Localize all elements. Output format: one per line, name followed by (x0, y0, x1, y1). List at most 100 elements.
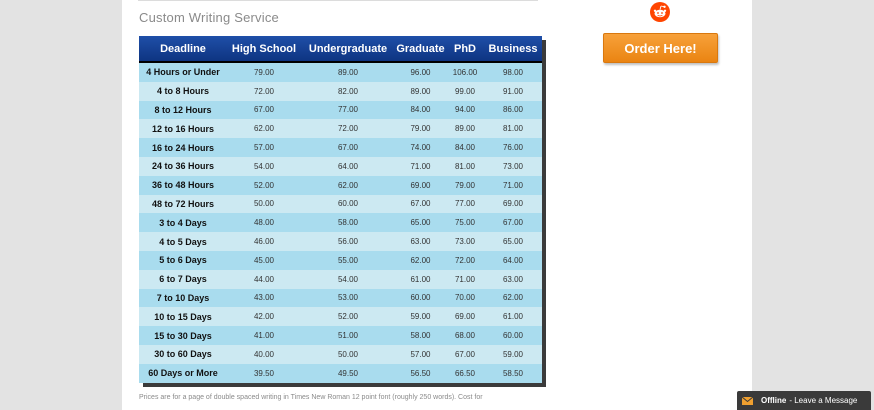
price-cell: 91.00 (502, 86, 524, 96)
price-cell: 99.00 (454, 86, 476, 96)
table-row: 4 to 8 Hours 72.00 82.00 89.00 99.00 91.00 (139, 81, 542, 101)
price-cell: 66.50 (454, 368, 476, 378)
price-cell: 54.00 (337, 274, 359, 284)
column-header-business: Business (484, 36, 542, 63)
chat-label: - Leave a Message (789, 396, 858, 405)
price-cell: 64.00 (502, 255, 524, 265)
reddit-icon[interactable] (650, 2, 670, 22)
price-cell: 67.00 (502, 218, 524, 228)
price-cell: 39.50 (253, 368, 275, 378)
price-cell: 61.00 (410, 274, 431, 284)
price-cell: 69.00 (502, 199, 524, 209)
price-cell: 62.00 (410, 255, 431, 265)
table-row: 36 to 48 Hours 52.00 62.00 69.00 79.00 71.00 (139, 175, 542, 195)
price-cell: 60.00 (502, 331, 524, 341)
mail-icon (742, 396, 753, 405)
section-heading: Custom Writing Service (139, 10, 279, 25)
price-cell: 65.00 (502, 237, 524, 247)
price-cell: 77.00 (337, 105, 359, 115)
price-cell: 69.00 (410, 180, 431, 190)
chat-widget[interactable]: Offline - Leave a Message (737, 391, 871, 410)
column-header-high-school: High School (227, 36, 301, 63)
price-cell: 73.00 (454, 237, 476, 247)
deadline-cell: 3 to 4 Days (159, 217, 207, 228)
price-cell: 60.00 (410, 293, 431, 303)
price-cell: 73.00 (502, 161, 524, 171)
price-cell: 63.00 (410, 237, 431, 247)
price-cell: 57.00 (410, 349, 431, 359)
order-here-button[interactable]: Order Here! (603, 33, 718, 63)
table-row: 48 to 72 Hours 50.00 60.00 67.00 77.00 69.00 (139, 194, 542, 214)
price-cell: 62.00 (337, 180, 359, 190)
price-cell: 72.00 (454, 255, 476, 265)
table-header-row: Deadline High School Undergraduate Gradu… (139, 36, 542, 63)
price-cell: 65.00 (410, 218, 431, 228)
column-header-deadline: Deadline (139, 36, 227, 63)
price-cell: 56.00 (337, 237, 359, 247)
price-cell: 77.00 (454, 199, 476, 209)
price-cell: 59.00 (410, 312, 431, 322)
price-cell: 84.00 (454, 143, 476, 153)
deadline-cell: 10 to 15 Days (154, 311, 212, 322)
price-cell: 41.00 (253, 331, 275, 341)
price-cell: 89.00 (337, 67, 359, 77)
price-cell: 75.00 (454, 218, 476, 228)
table-row: 7 to 10 Days 43.00 53.00 60.00 70.00 62.00 (139, 288, 542, 308)
price-cell: 46.00 (253, 237, 275, 247)
table-row: 12 to 16 Hours 62.00 72.00 79.00 89.00 81.00 (139, 119, 542, 139)
table-row: 30 to 60 Days 40.00 50.00 57.00 67.00 59.00 (139, 344, 542, 364)
price-cell: 62.00 (253, 124, 275, 134)
table-row: 24 to 36 Hours 54.00 64.00 71.00 81.00 73.00 (139, 156, 542, 176)
price-cell: 40.00 (253, 349, 275, 359)
deadline-cell: 30 to 60 Days (154, 349, 212, 360)
deadline-cell: 4 to 5 Days (159, 236, 207, 247)
price-cell: 55.00 (337, 255, 359, 265)
price-cell: 67.00 (337, 143, 359, 153)
price-cell: 56.50 (410, 368, 431, 378)
price-cell: 74.00 (410, 143, 431, 153)
price-cell: 71.00 (502, 180, 524, 190)
price-cell: 81.00 (502, 124, 524, 134)
price-cell: 52.00 (253, 180, 275, 190)
price-cell: 79.00 (253, 67, 275, 77)
price-cell: 89.00 (454, 124, 476, 134)
deadline-cell: 15 to 30 Days (154, 330, 212, 341)
price-cell: 76.00 (502, 143, 524, 153)
price-cell: 68.00 (454, 331, 476, 341)
price-cell: 44.00 (253, 274, 275, 284)
table-row: 4 to 5 Days 46.00 56.00 63.00 73.00 65.00 (139, 232, 542, 251)
price-cell: 89.00 (410, 86, 431, 96)
table-row: 15 to 30 Days 41.00 51.00 58.00 68.00 60.00 (139, 326, 542, 345)
price-cell: 48.00 (253, 218, 275, 228)
deadline-cell: 4 to 8 Hours (156, 86, 209, 97)
price-cell: 62.00 (502, 293, 524, 303)
deadline-cell: 8 to 12 Hours (154, 104, 212, 115)
price-cell: 50.00 (253, 199, 275, 209)
price-cell: 72.00 (337, 124, 359, 134)
price-table-container: Deadline High School Undergraduate Gradu… (139, 36, 542, 383)
price-cell: 79.00 (454, 180, 476, 190)
table-row: 5 to 6 Days 45.00 55.00 62.00 72.00 64.00 (139, 250, 542, 270)
chat-status: Offline (761, 396, 787, 405)
price-cell: 42.00 (253, 312, 275, 322)
price-cell: 69.00 (454, 312, 476, 322)
table-row: 4 Hours or Under 79.00 89.00 96.00 106.00 98.… (139, 62, 542, 82)
price-cell: 67.00 (410, 199, 431, 209)
price-cell: 45.00 (253, 255, 275, 265)
deadline-cell: 16 to 24 Hours (151, 142, 215, 153)
pricing-footnote: Prices are for a page of double spaced w… (139, 394, 483, 401)
table-row: 3 to 4 Days 48.00 58.00 65.00 75.00 67.00 (139, 213, 542, 233)
price-cell: 60.00 (337, 199, 359, 209)
divider (138, 0, 538, 1)
price-cell: 81.00 (454, 161, 476, 171)
table-row: 6 to 7 Days 44.00 54.00 61.00 71.00 63.00 (139, 269, 542, 289)
price-cell: 50.00 (337, 349, 359, 359)
price-table: Deadline High School Undergraduate Gradu… (139, 36, 542, 383)
price-cell: 98.00 (502, 67, 524, 77)
column-header-undergraduate: Undergraduate (301, 36, 395, 63)
price-cell: 106.00 (452, 67, 478, 77)
price-cell: 61.00 (502, 312, 524, 322)
price-cell: 63.00 (502, 274, 524, 284)
deadline-cell: 6 to 7 Days (159, 274, 207, 285)
price-cell: 49.50 (337, 368, 359, 378)
